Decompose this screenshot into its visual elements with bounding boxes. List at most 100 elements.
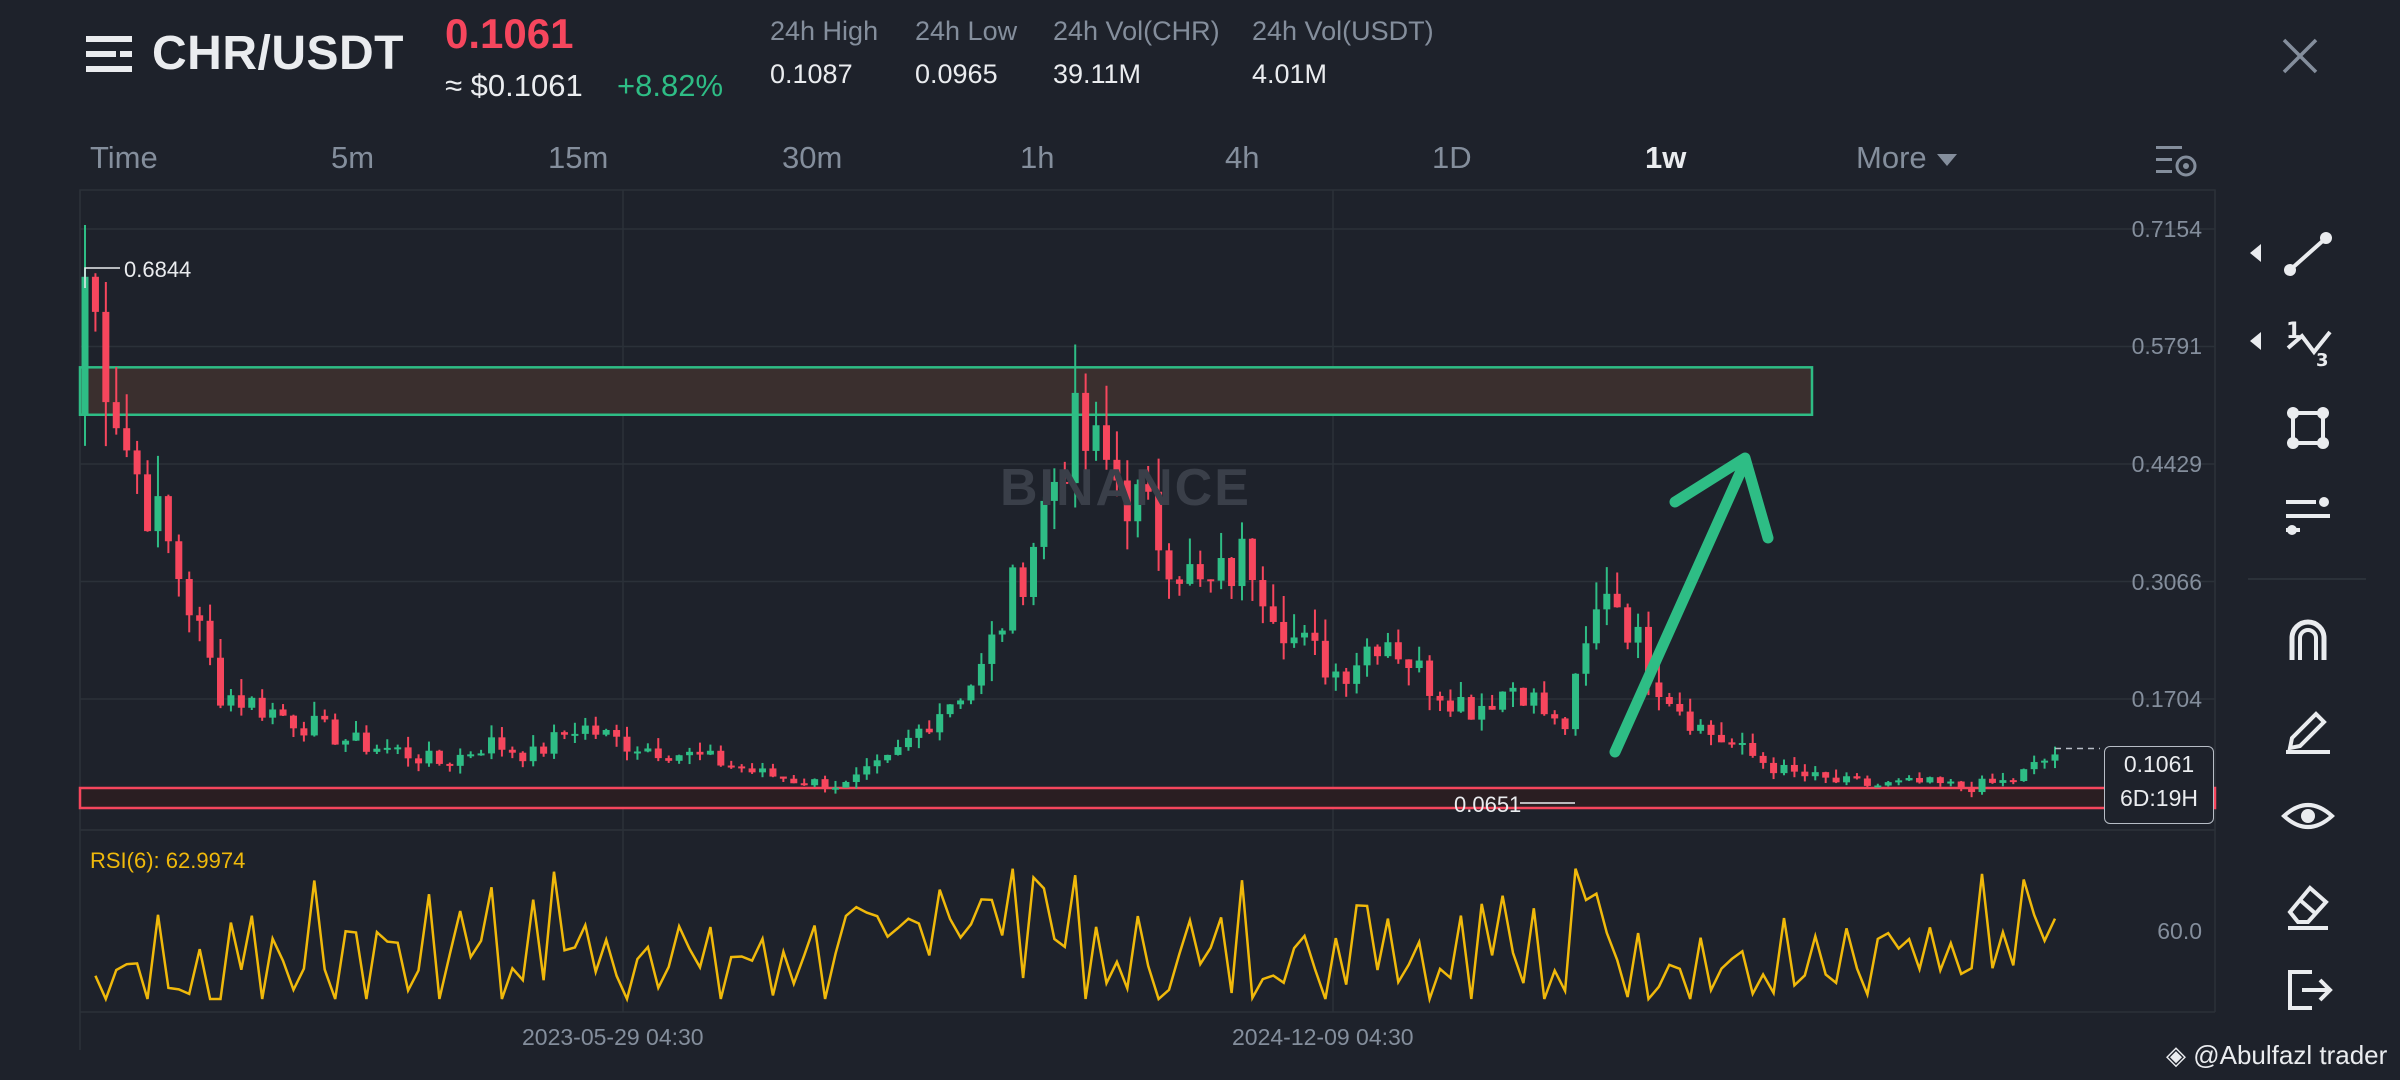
candle-body bbox=[560, 732, 568, 735]
candle-body bbox=[258, 697, 266, 718]
candle-body bbox=[498, 737, 506, 750]
candle-body bbox=[1853, 776, 1861, 779]
candle-body bbox=[529, 746, 537, 762]
candle-body bbox=[1634, 626, 1642, 643]
candle-body bbox=[1624, 607, 1632, 643]
candle-body bbox=[1676, 703, 1684, 712]
candle-body bbox=[863, 766, 871, 775]
candle-body bbox=[1280, 621, 1288, 644]
candle-body bbox=[1363, 646, 1371, 666]
candle-body bbox=[1488, 705, 1496, 710]
rsi-label: RSI(6): 62.9974 bbox=[90, 848, 246, 873]
candle-body bbox=[1499, 691, 1507, 710]
candle-body bbox=[112, 402, 120, 429]
candle-body bbox=[373, 748, 381, 752]
candle-body bbox=[477, 753, 485, 756]
y-tick: 0.1704 bbox=[2131, 686, 2202, 712]
candle-body bbox=[1269, 606, 1277, 622]
annotations bbox=[84, 267, 2100, 804]
binance-watermark: BINANCE bbox=[1000, 459, 1251, 517]
candle-body bbox=[1175, 579, 1183, 584]
candle-body bbox=[706, 750, 714, 755]
candle-body bbox=[404, 747, 412, 759]
candle-body bbox=[1457, 697, 1465, 712]
y-tick: 0.7154 bbox=[2131, 216, 2202, 242]
candle-body bbox=[217, 657, 225, 706]
candle-body bbox=[1030, 546, 1038, 597]
candle-body bbox=[1519, 687, 1527, 706]
candle-body bbox=[1165, 550, 1173, 580]
candle-body bbox=[779, 776, 787, 779]
candle-body bbox=[1957, 781, 1965, 788]
price-chart[interactable] bbox=[0, 0, 2400, 1080]
candle-body bbox=[1863, 778, 1871, 786]
candle-body bbox=[904, 737, 912, 748]
pencil-icon[interactable] bbox=[2278, 698, 2338, 758]
resistance-zone bbox=[78, 366, 1814, 417]
y-tick: 0.5791 bbox=[2131, 333, 2202, 359]
indicator-list-icon[interactable] bbox=[2278, 486, 2338, 546]
exit-icon[interactable] bbox=[2278, 960, 2338, 1020]
candle-body bbox=[592, 725, 600, 735]
candle-body bbox=[1373, 646, 1381, 657]
candle-body bbox=[1342, 671, 1350, 684]
candle-body bbox=[1186, 564, 1194, 584]
caret-left-icon[interactable] bbox=[2250, 244, 2261, 262]
caret-left-icon[interactable] bbox=[2250, 332, 2261, 350]
candle-body bbox=[2009, 780, 2017, 783]
candle-body bbox=[613, 730, 621, 737]
candle-body bbox=[269, 709, 277, 718]
y-tick: 0.3066 bbox=[2131, 569, 2202, 595]
candle-body bbox=[644, 748, 652, 752]
candle-body bbox=[759, 768, 767, 773]
candle-body bbox=[686, 751, 694, 756]
candle-body bbox=[310, 715, 318, 736]
candle-body bbox=[1301, 632, 1309, 638]
candle-body bbox=[696, 751, 704, 755]
candle-body bbox=[967, 685, 975, 701]
candle-body bbox=[289, 715, 297, 729]
candle-body bbox=[894, 747, 902, 755]
fibonacci-icon[interactable]: 13 bbox=[2278, 312, 2338, 372]
high-marker bbox=[84, 267, 120, 288]
eraser-icon[interactable] bbox=[2278, 874, 2338, 934]
candle-body bbox=[1102, 425, 1110, 460]
candle-body bbox=[237, 695, 245, 708]
candle-body bbox=[1436, 695, 1444, 701]
candle-body bbox=[1780, 764, 1788, 774]
candle-body bbox=[123, 428, 131, 451]
candle-body bbox=[1332, 671, 1340, 678]
magnet-icon[interactable] bbox=[2278, 610, 2338, 670]
eye-icon[interactable] bbox=[2278, 786, 2338, 846]
candle-body bbox=[1915, 777, 1923, 783]
candle-body bbox=[196, 615, 204, 621]
candle-body bbox=[1811, 772, 1819, 777]
chart-zones bbox=[78, 366, 2217, 810]
diamond-icon: ◈ bbox=[2166, 1040, 2186, 1070]
candle-body bbox=[488, 737, 496, 754]
shape-icon[interactable] bbox=[2278, 398, 2338, 458]
candle-body bbox=[873, 760, 881, 767]
candle-body bbox=[508, 749, 516, 753]
candle-body bbox=[1207, 579, 1215, 582]
candle-body bbox=[206, 620, 214, 658]
candle-body bbox=[2051, 754, 2059, 761]
candle-body bbox=[988, 634, 996, 664]
candle-body bbox=[1551, 714, 1559, 719]
candle-body bbox=[435, 750, 443, 764]
chart-grid bbox=[79, 189, 2216, 1050]
candle-body bbox=[1665, 697, 1673, 704]
candle-body bbox=[748, 768, 756, 773]
candle-body bbox=[300, 728, 308, 736]
candle-body bbox=[633, 751, 641, 754]
candle-body bbox=[1895, 780, 1903, 783]
trend-line-icon[interactable] bbox=[2278, 224, 2338, 284]
candle-body bbox=[821, 779, 829, 789]
candle-body bbox=[915, 728, 923, 738]
y-tick: 0.4429 bbox=[2131, 451, 2202, 477]
current-price-value: 0.1061 bbox=[2123, 751, 2195, 777]
candle-body bbox=[936, 714, 944, 733]
candle-body bbox=[957, 700, 965, 705]
candle-body bbox=[1968, 787, 1976, 793]
candle-countdown: 6D:19H bbox=[2120, 785, 2198, 811]
